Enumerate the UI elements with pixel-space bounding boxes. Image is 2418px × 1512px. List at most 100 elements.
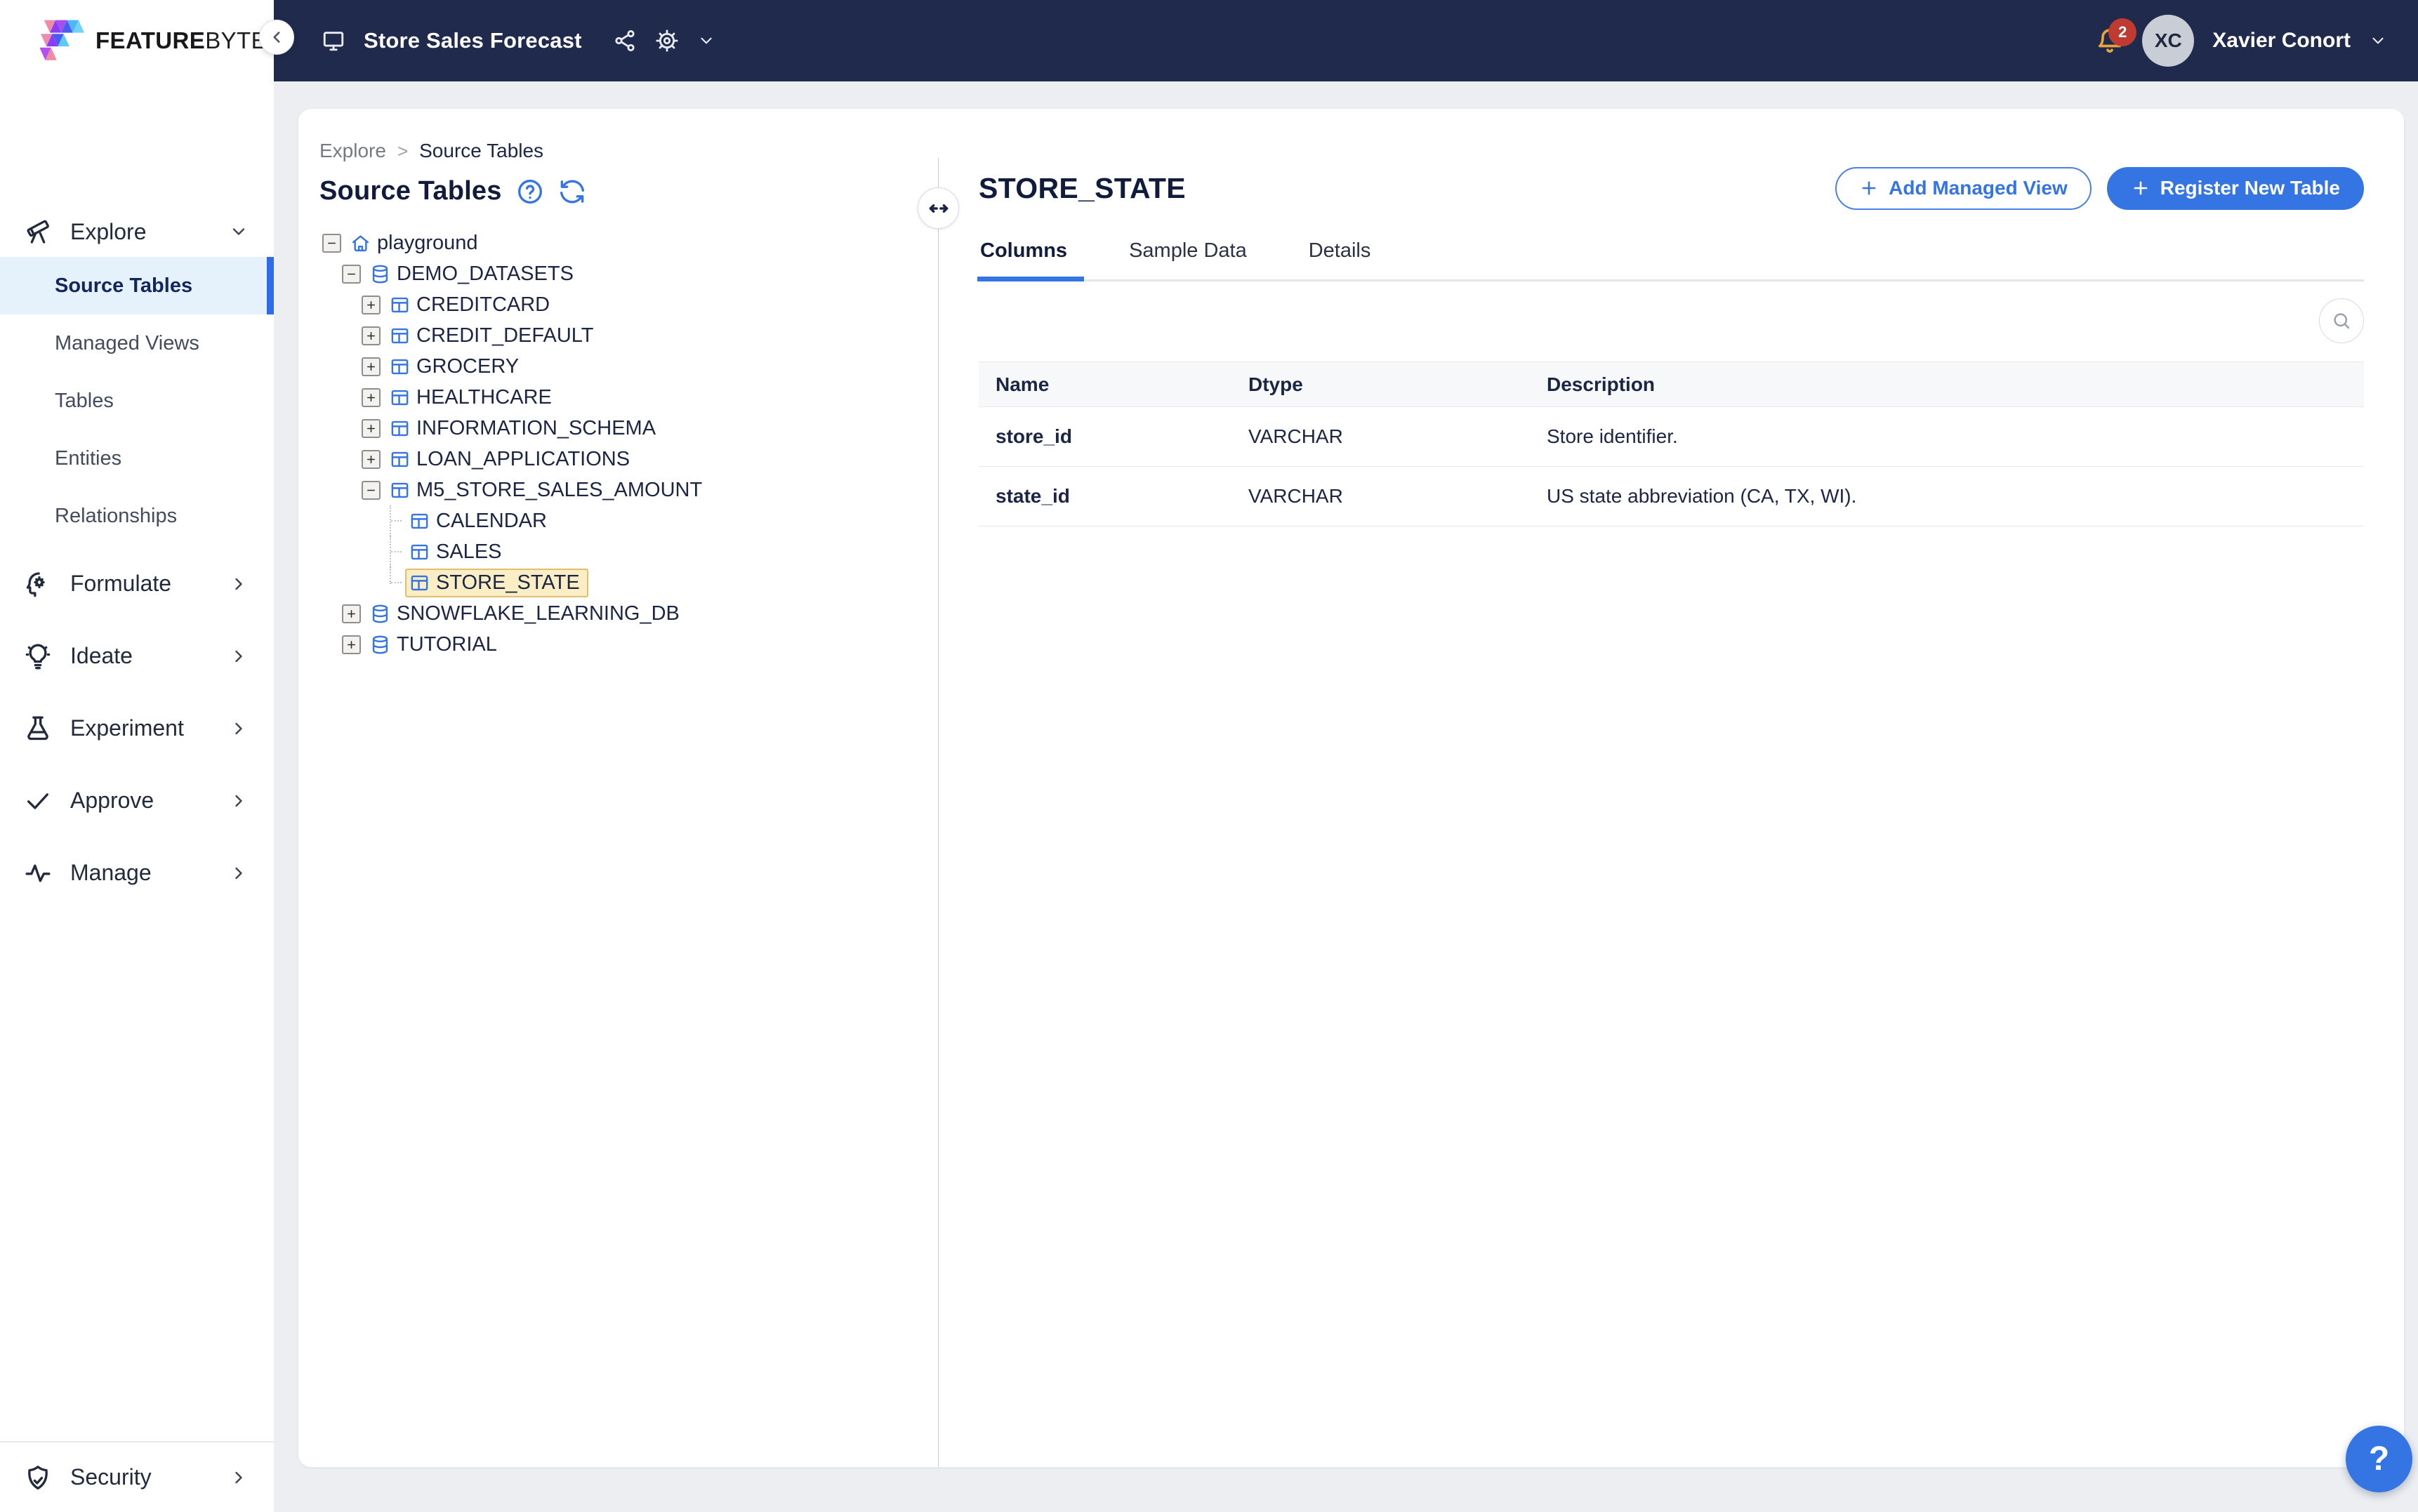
help-fab-button[interactable]: ?	[2346, 1426, 2412, 1492]
chevron-down-icon[interactable]	[697, 32, 715, 50]
tree-node-sales[interactable]: SALES	[319, 536, 921, 567]
featurebyte-logo-text: FEATUREBYTE	[95, 27, 267, 54]
tree-node-credit-default[interactable]: CREDIT_DEFAULT	[319, 320, 921, 351]
flask-icon	[24, 715, 52, 743]
tree-node-content[interactable]: HEALTHCARE	[385, 383, 560, 412]
plus-icon	[2131, 178, 2151, 198]
sidebar-item-source-tables[interactable]: Source Tables	[0, 257, 274, 314]
featurebyte-logo-icon	[39, 19, 86, 62]
collapse-toggle-icon[interactable]	[342, 265, 361, 284]
chevron-right-icon	[229, 863, 249, 883]
table-body: store_idVARCHARStore identifier.state_id…	[979, 407, 2364, 526]
sidebar-item-tables[interactable]: Tables	[0, 372, 274, 430]
tree-node-label: TUTORIAL	[397, 633, 497, 656]
tree-node-content[interactable]: M5_STORE_SALES_AMOUNT	[385, 476, 711, 505]
database-icon	[370, 635, 390, 655]
sidebar-section-manage[interactable]: Manage	[0, 837, 274, 909]
tree-node-store-state[interactable]: STORE_STATE	[319, 567, 921, 598]
chevron-right-icon	[229, 646, 249, 666]
refresh-icon[interactable]	[558, 178, 586, 206]
sidebar-item-relationships[interactable]: Relationships	[0, 487, 274, 545]
database-icon	[370, 264, 390, 284]
tree-guide-line	[381, 505, 400, 536]
column-header-name: Name	[979, 362, 1231, 407]
tree-node-content[interactable]: playground	[346, 229, 487, 258]
tree-node-content[interactable]: INFORMATION_SCHEMA	[385, 414, 664, 443]
expand-toggle-icon[interactable]	[362, 296, 381, 314]
sidebar-section-experiment[interactable]: Experiment	[0, 692, 274, 764]
sidebar-item-label: Entities	[55, 447, 121, 470]
table-row-state-id: state_idVARCHARUS state abbreviation (CA…	[979, 467, 2364, 526]
tree-node-content[interactable]: DEMO_DATASETS	[366, 260, 582, 289]
panel-resize-handle[interactable]	[918, 187, 959, 229]
chevron-left-icon	[267, 28, 286, 46]
table-title: STORE_STATE	[979, 172, 1186, 205]
tab-sample-data[interactable]: Sample Data	[1128, 230, 1248, 279]
tab-details[interactable]: Details	[1307, 230, 1373, 279]
brain-cog-icon	[24, 570, 52, 598]
tree-node-content[interactable]: LOAN_APPLICATIONS	[385, 445, 638, 474]
tree-node-information-schema[interactable]: INFORMATION_SCHEMA	[319, 413, 921, 444]
tree-node-label: INFORMATION_SCHEMA	[416, 417, 656, 440]
collapse-toggle-icon[interactable]	[362, 481, 381, 500]
tree-node-loan-applications[interactable]: LOAN_APPLICATIONS	[319, 444, 921, 475]
tree-node-label: DEMO_DATASETS	[397, 263, 574, 286]
tree-node-content[interactable]: GROCERY	[385, 352, 527, 381]
help-circle-icon[interactable]	[516, 178, 544, 206]
tree-node-content[interactable]: SALES	[405, 538, 510, 566]
sidebar-item-managed-views[interactable]: Managed Views	[0, 314, 274, 372]
share-icon[interactable]	[613, 29, 637, 53]
sidebar-item-entities[interactable]: Entities	[0, 430, 274, 487]
source-tables-panel: Explore > Source Tables Source Tables	[298, 109, 938, 1467]
database-icon	[370, 604, 390, 624]
sidebar-section-formulate[interactable]: Formulate	[0, 548, 274, 620]
sidebar-section-approve[interactable]: Approve	[0, 764, 274, 837]
cell-description: Store identifier.	[1530, 407, 2364, 467]
tree-node-grocery[interactable]: GROCERY	[319, 351, 921, 382]
user-menu-chevron-icon[interactable]	[2369, 32, 2387, 50]
main-card: Explore > Source Tables Source Tables	[298, 109, 2404, 1467]
expand-toggle-icon[interactable]	[362, 388, 381, 407]
lightbulb-icon	[24, 642, 52, 670]
expand-toggle-icon[interactable]	[342, 635, 361, 654]
tree-node-creditcard[interactable]: CREDITCARD	[319, 289, 921, 320]
tree-node-tutorial[interactable]: TUTORIAL	[319, 629, 921, 660]
tree-node-content[interactable]: SNOWFLAKE_LEARNING_DB	[366, 599, 688, 628]
sidebar-section-label: Formulate	[70, 571, 171, 597]
tree-node-content[interactable]: TUTORIAL	[366, 630, 506, 659]
expand-toggle-icon[interactable]	[362, 419, 381, 438]
sidebar-sections: Formulate IdeateExperimentApproveManage	[0, 548, 274, 909]
page-title: Source Tables	[319, 176, 502, 206]
sidebar-section-security[interactable]: Security	[0, 1441, 274, 1512]
notifications-bell-icon[interactable]: 2	[2096, 27, 2124, 55]
content-area: Explore > Source Tables Source Tables	[274, 81, 2418, 1512]
breadcrumb-parent[interactable]: Explore	[319, 140, 386, 162]
settings-gear-icon[interactable]	[655, 29, 679, 53]
sidebar-section-ideate[interactable]: Ideate	[0, 620, 274, 692]
sidebar-section-explore[interactable]: Explore	[0, 206, 274, 257]
register-new-table-button[interactable]: Register New Table	[2107, 167, 2364, 210]
add-managed-view-button[interactable]: Add Managed View	[1835, 167, 2092, 210]
tree-node-calendar[interactable]: CALENDAR	[319, 505, 921, 536]
expand-toggle-icon[interactable]	[362, 450, 381, 469]
activity-icon	[24, 859, 52, 887]
sidebar-collapse-button[interactable]	[259, 20, 294, 55]
search-button[interactable]	[2319, 298, 2364, 343]
table-detail-panel: STORE_STATE Add Managed View Register Ne…	[939, 109, 2404, 1467]
tab-columns[interactable]: Columns	[979, 230, 1069, 279]
tree-node-snowflake-learning-db[interactable]: SNOWFLAKE_LEARNING_DB	[319, 598, 921, 629]
tree-node-content[interactable]: CREDITCARD	[385, 291, 558, 319]
expand-toggle-icon[interactable]	[362, 326, 381, 345]
tree-node-demo-datasets[interactable]: DEMO_DATASETS	[319, 258, 921, 289]
collapse-toggle-icon[interactable]	[322, 234, 341, 253]
expand-toggle-icon[interactable]	[342, 604, 361, 623]
tree-node-content[interactable]: CREDIT_DEFAULT	[385, 321, 602, 350]
expand-toggle-icon[interactable]	[362, 357, 381, 376]
tree-node-healthcare[interactable]: HEALTHCARE	[319, 382, 921, 413]
avatar[interactable]: XC	[2142, 15, 2194, 67]
tree-guide-line	[381, 567, 400, 598]
tree-node-playground[interactable]: playground	[319, 227, 921, 258]
tree-node-content[interactable]: STORE_STATE	[405, 569, 588, 597]
tree-node-content[interactable]: CALENDAR	[405, 507, 555, 536]
tree-node-m5-store-sales-amount[interactable]: M5_STORE_SALES_AMOUNT	[319, 475, 921, 505]
